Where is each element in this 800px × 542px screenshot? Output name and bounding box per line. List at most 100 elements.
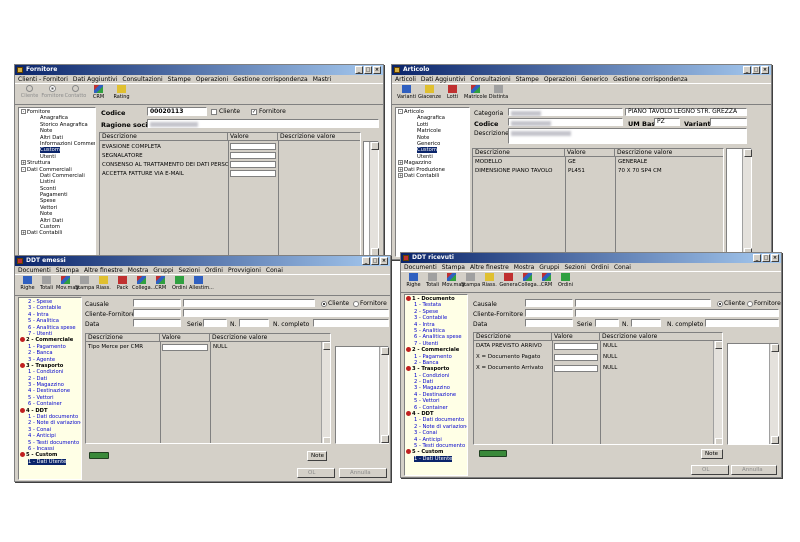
numero-completo-field[interactable] <box>705 319 779 327</box>
menu-item[interactable]: Mostra <box>128 267 148 274</box>
crm-button[interactable]: CRM <box>537 272 556 292</box>
data-field[interactable] <box>525 319 573 327</box>
menu-item[interactable]: Ordini <box>591 264 609 271</box>
matricole-button[interactable]: Matricole <box>464 84 487 104</box>
codice-field[interactable]: 00020113 <box>147 107 207 116</box>
rating-button[interactable]: Rating <box>110 84 133 104</box>
note-button[interactable]: Note <box>307 451 327 461</box>
row-description[interactable]: MODELLO <box>475 159 502 165</box>
mov-mag-button[interactable]: Mov.mag. <box>56 275 80 295</box>
stampa-button[interactable]: Stampa <box>75 275 94 295</box>
riass-button[interactable]: Riass. <box>480 272 499 292</box>
pack-button[interactable]: Pack <box>113 275 132 295</box>
menu-item[interactable]: Articoli <box>395 76 416 83</box>
menu-item[interactable]: Stampe <box>168 76 191 83</box>
distinta-button[interactable]: Distinta <box>487 84 510 104</box>
menu-item[interactable]: Stampa <box>56 267 79 274</box>
expand-icon[interactable]: + <box>398 172 403 178</box>
fornitore-button[interactable]: Fornitore <box>41 84 64 104</box>
scrollbar[interactable] <box>321 342 330 443</box>
tree-node[interactable]: + Dati Contabili <box>398 172 467 179</box>
column-header[interactable]: Descrizione <box>100 133 228 141</box>
scrollbar[interactable] <box>713 341 722 444</box>
totali-button[interactable]: Totali <box>37 275 56 295</box>
expand-icon[interactable]: + <box>21 160 26 166</box>
row-value[interactable]: GE <box>568 159 576 165</box>
close-button[interactable]: × <box>380 257 388 265</box>
menu-item[interactable]: Gestione corrispondenza <box>613 76 688 83</box>
expand-icon[interactable]: + <box>398 166 403 172</box>
allestim-button[interactable]: Allestim... <box>189 275 214 295</box>
menu-item[interactable]: Altre finestre <box>84 267 123 274</box>
collapse-icon[interactable]: - <box>398 109 403 114</box>
menu-item[interactable]: Mastri <box>313 76 331 83</box>
fornitore-tree[interactable]: - Fornitore Anagrafica Storico Anagrafica No… <box>18 107 96 257</box>
row-description[interactable]: SEGNALATORE <box>102 153 143 159</box>
ddt-ricevuti-tree[interactable]: 1 - Documento 1 - Testata 2 - Spese 3 - Con… <box>404 294 468 476</box>
um-base-field[interactable]: PZ <box>654 118 680 126</box>
menu-item[interactable]: Mostra <box>514 264 534 271</box>
causale-description-field[interactable] <box>183 299 315 307</box>
menu-item[interactable]: Gruppi <box>153 267 173 274</box>
value-cell[interactable] <box>554 354 598 361</box>
menu-item[interactable]: Stampe <box>516 76 539 83</box>
menu-item[interactable]: Operazioni <box>544 76 576 83</box>
scrollbar[interactable] <box>379 347 389 443</box>
row-description[interactable]: CONSENSO AL TRATTAMENTO DEI DATI PERSO <box>102 162 229 168</box>
menu-item[interactable]: Dati Aggiuntivi <box>73 76 117 83</box>
row-description[interactable]: DATA PREVISTO ARRIVO <box>476 343 542 349</box>
menu-item[interactable]: Dati Aggiuntivi <box>421 76 465 83</box>
varianti-field[interactable] <box>710 118 747 126</box>
note-panel[interactable] <box>363 141 379 257</box>
value-cell[interactable] <box>230 161 276 168</box>
cliente-fornitore-name-field[interactable] <box>575 309 779 317</box>
minimize-button[interactable]: _ <box>743 66 751 74</box>
column-header[interactable]: Descrizione <box>473 149 565 157</box>
row-description[interactable]: X = Documento Pagato <box>476 354 540 360</box>
maximize-button[interactable]: □ <box>752 66 760 74</box>
serie-field[interactable] <box>203 319 227 327</box>
articolo-titlebar[interactable]: Articolo _ □ × <box>392 65 771 75</box>
row-description[interactable]: EVASIONE COMPLETA <box>102 144 161 150</box>
menu-item[interactable]: Clienti - Fornitori <box>18 76 68 83</box>
cliente-fornitore-code-field[interactable] <box>133 309 181 317</box>
expand-icon[interactable]: + <box>21 230 26 236</box>
note-panel[interactable] <box>726 148 752 257</box>
value-cell[interactable] <box>162 344 208 351</box>
menu-item[interactable]: Consultazioni <box>122 76 162 83</box>
menu-item[interactable]: Gruppi <box>539 264 559 271</box>
menu-item[interactable]: Ordini <box>205 267 223 274</box>
ddt-emessi-tree[interactable]: 2 - Spese 3 - Contabile 4 - Intra 5 - Anali… <box>18 297 82 480</box>
close-button[interactable]: × <box>771 254 779 262</box>
fornitore-titlebar[interactable]: Fornitore _ □ × <box>15 65 383 75</box>
ddt-emessi-titlebar[interactable]: DDT emessi _ □ × <box>15 256 390 266</box>
column-header[interactable]: Descrizione valore <box>600 333 722 341</box>
radio-cliente[interactable]: Cliente <box>717 300 745 307</box>
value-cell[interactable] <box>554 365 598 372</box>
cliente-fornitore-name-field[interactable] <box>183 309 389 317</box>
ordini-button[interactable]: Ordini <box>170 275 189 295</box>
categoria-field[interactable] <box>508 108 623 116</box>
ddt-ricevuti-titlebar[interactable]: DDT ricevuti _ □ × <box>401 253 781 263</box>
scrollbar[interactable] <box>769 344 779 444</box>
causale-code-field[interactable] <box>133 299 181 307</box>
menu-item[interactable]: Consultazioni <box>470 76 510 83</box>
genera-button[interactable]: Genera <box>499 272 518 292</box>
collega-button[interactable]: Collega... <box>132 275 155 295</box>
collapse-panel-tab[interactable] <box>89 452 109 459</box>
annulla-button[interactable]: Annulla <box>731 465 777 475</box>
column-header[interactable]: Descrizione <box>86 334 160 342</box>
numero-completo-field[interactable] <box>313 319 389 327</box>
righe-button[interactable]: Righe <box>404 272 423 292</box>
descrizione-field[interactable] <box>508 128 747 144</box>
menu-item[interactable]: Provvigioni <box>228 267 261 274</box>
maximize-button[interactable]: □ <box>371 257 379 265</box>
row-description[interactable]: Tipo Merce per CMR <box>88 344 143 350</box>
cliente-fornitore-code-field[interactable] <box>525 309 573 317</box>
scrollbar[interactable] <box>742 149 752 256</box>
ragione-sociale-field[interactable] <box>147 119 379 128</box>
tree-node[interactable]: 1 - Dati Utente <box>406 455 466 462</box>
menu-item[interactable]: Stampa <box>442 264 465 271</box>
collapse-panel-tab[interactable] <box>479 450 507 457</box>
causale-description-field[interactable] <box>575 299 711 307</box>
